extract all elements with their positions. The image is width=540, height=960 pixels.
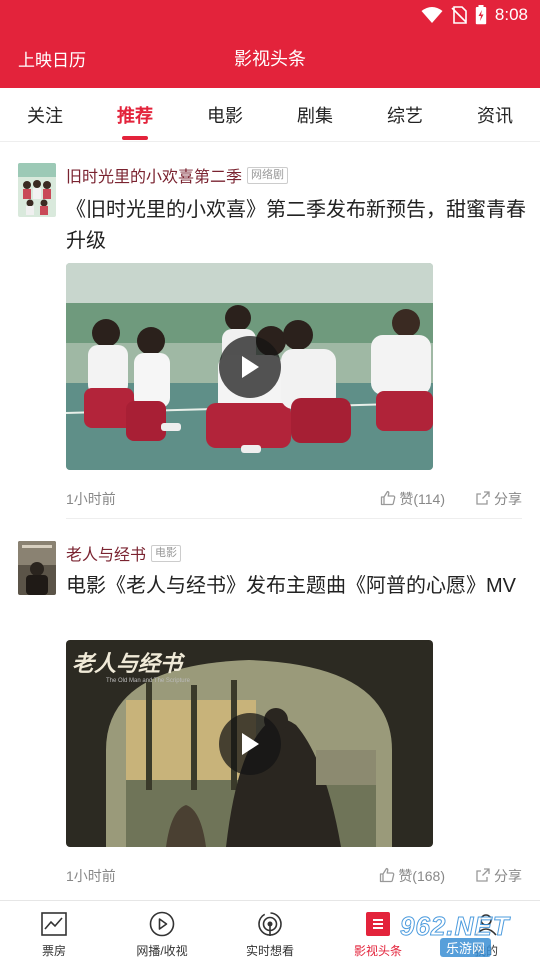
share-label: 分享 <box>494 491 522 507</box>
feed-card[interactable]: 老人与经书 电影 电影《老人与经书》发布主题曲《阿普的心愿》MV 老人与经书 T… <box>0 519 540 897</box>
source-row[interactable]: 旧时光里的小欢喜第二季 网络剧 <box>66 163 289 187</box>
play-button[interactable] <box>218 335 281 398</box>
nav-box-office[interactable]: 票房 <box>0 901 108 960</box>
category-tag: 网络剧 <box>247 166 289 184</box>
meta-row: 1小时前 赞(168) 分享 <box>66 866 522 886</box>
tab-variety[interactable]: 综艺 <box>375 88 435 142</box>
play-button[interactable] <box>218 712 281 775</box>
nav-label: 网播/收视 <box>136 944 188 958</box>
tab-news[interactable]: 资讯 <box>465 88 525 142</box>
meta-row: 1小时前 赞(114) 分享 <box>66 489 522 509</box>
broadcast-icon <box>256 910 284 938</box>
no-sim-icon <box>451 6 467 24</box>
share-button[interactable]: 分享 <box>475 866 522 886</box>
top-bar: 8:08 上映日历 影视头条 <box>0 0 540 88</box>
headline-icon <box>364 910 392 938</box>
source-name[interactable]: 老人与经书 <box>66 541 146 565</box>
watermark-logo: 962.NET 乐游网 <box>400 908 540 960</box>
tab-recommended[interactable]: 推荐 <box>105 88 165 142</box>
watermark-line2: 乐游网 <box>440 938 492 957</box>
like-count: 赞(114) <box>399 491 445 507</box>
nav-label: 影视头条 <box>353 944 402 958</box>
chart-icon <box>40 910 68 938</box>
share-label: 分享 <box>494 868 522 884</box>
source-name[interactable]: 旧时光里的小欢喜第二季 <box>66 163 242 187</box>
post-time: 1小时前 <box>66 491 116 507</box>
article-title[interactable]: 《旧时光里的小欢喜》第二季发布新预告，甜蜜青春升级 <box>66 195 526 257</box>
tab-movies[interactable]: 电影 <box>195 88 255 142</box>
tab-series[interactable]: 剧集 <box>285 88 345 142</box>
feed-card[interactable]: 旧时光里的小欢喜第二季 网络剧 《旧时光里的小欢喜》第二季发布新预告，甜蜜青春升… <box>0 143 540 519</box>
category-tabs: 关注 推荐 电影 剧集 综艺 资讯 <box>0 88 540 142</box>
tab-follow[interactable]: 关注 <box>15 88 75 142</box>
play-circle-icon <box>148 910 176 938</box>
thumbs-up-icon <box>380 490 396 509</box>
like-count: 赞(168) <box>398 868 445 884</box>
share-button[interactable]: 分享 <box>475 489 522 509</box>
article-title[interactable]: 电影《老人与经书》发布主题曲《阿普的心愿》MV <box>66 571 526 602</box>
video-overlay-title-block: 老人与经书 The Old Man and The Scripture <box>72 646 190 684</box>
status-time: 8:08 <box>494 5 528 24</box>
news-feed: 旧时光里的小欢喜第二季 网络剧 《旧时光里的小欢喜》第二季发布新预告，甜蜜青春升… <box>0 143 540 900</box>
source-thumbnail[interactable] <box>18 541 56 595</box>
nav-realtime-wants[interactable]: 实时想看 <box>216 901 324 960</box>
source-thumbnail[interactable] <box>18 163 56 217</box>
like-button[interactable]: 赞(168) <box>379 866 445 886</box>
source-row[interactable]: 老人与经书 电影 <box>66 541 182 565</box>
battery-charging-icon <box>475 5 487 25</box>
video-thumbnail[interactable]: 老人与经书 The Old Man and The Scripture <box>66 640 433 847</box>
like-button[interactable]: 赞(114) <box>380 489 445 509</box>
category-tag: 电影 <box>151 544 182 562</box>
share-icon <box>475 867 491 886</box>
wifi-icon <box>421 6 443 24</box>
header: 上映日历 影视头条 <box>0 40 540 76</box>
nav-label: 票房 <box>41 944 66 958</box>
video-overlay-subtitle: The Old Man and The Scripture <box>106 678 190 684</box>
share-icon <box>475 490 491 509</box>
release-calendar-link[interactable]: 上映日历 <box>18 46 86 71</box>
status-bar: 8:08 <box>0 0 540 30</box>
thumbs-up-icon <box>379 867 395 886</box>
post-time: 1小时前 <box>66 868 116 884</box>
video-thumbnail[interactable] <box>66 263 433 470</box>
nav-label: 实时想看 <box>245 944 294 958</box>
nav-streaming-ratings[interactable]: 网播/收视 <box>108 901 216 960</box>
video-overlay-title: 老人与经书 <box>72 651 183 677</box>
